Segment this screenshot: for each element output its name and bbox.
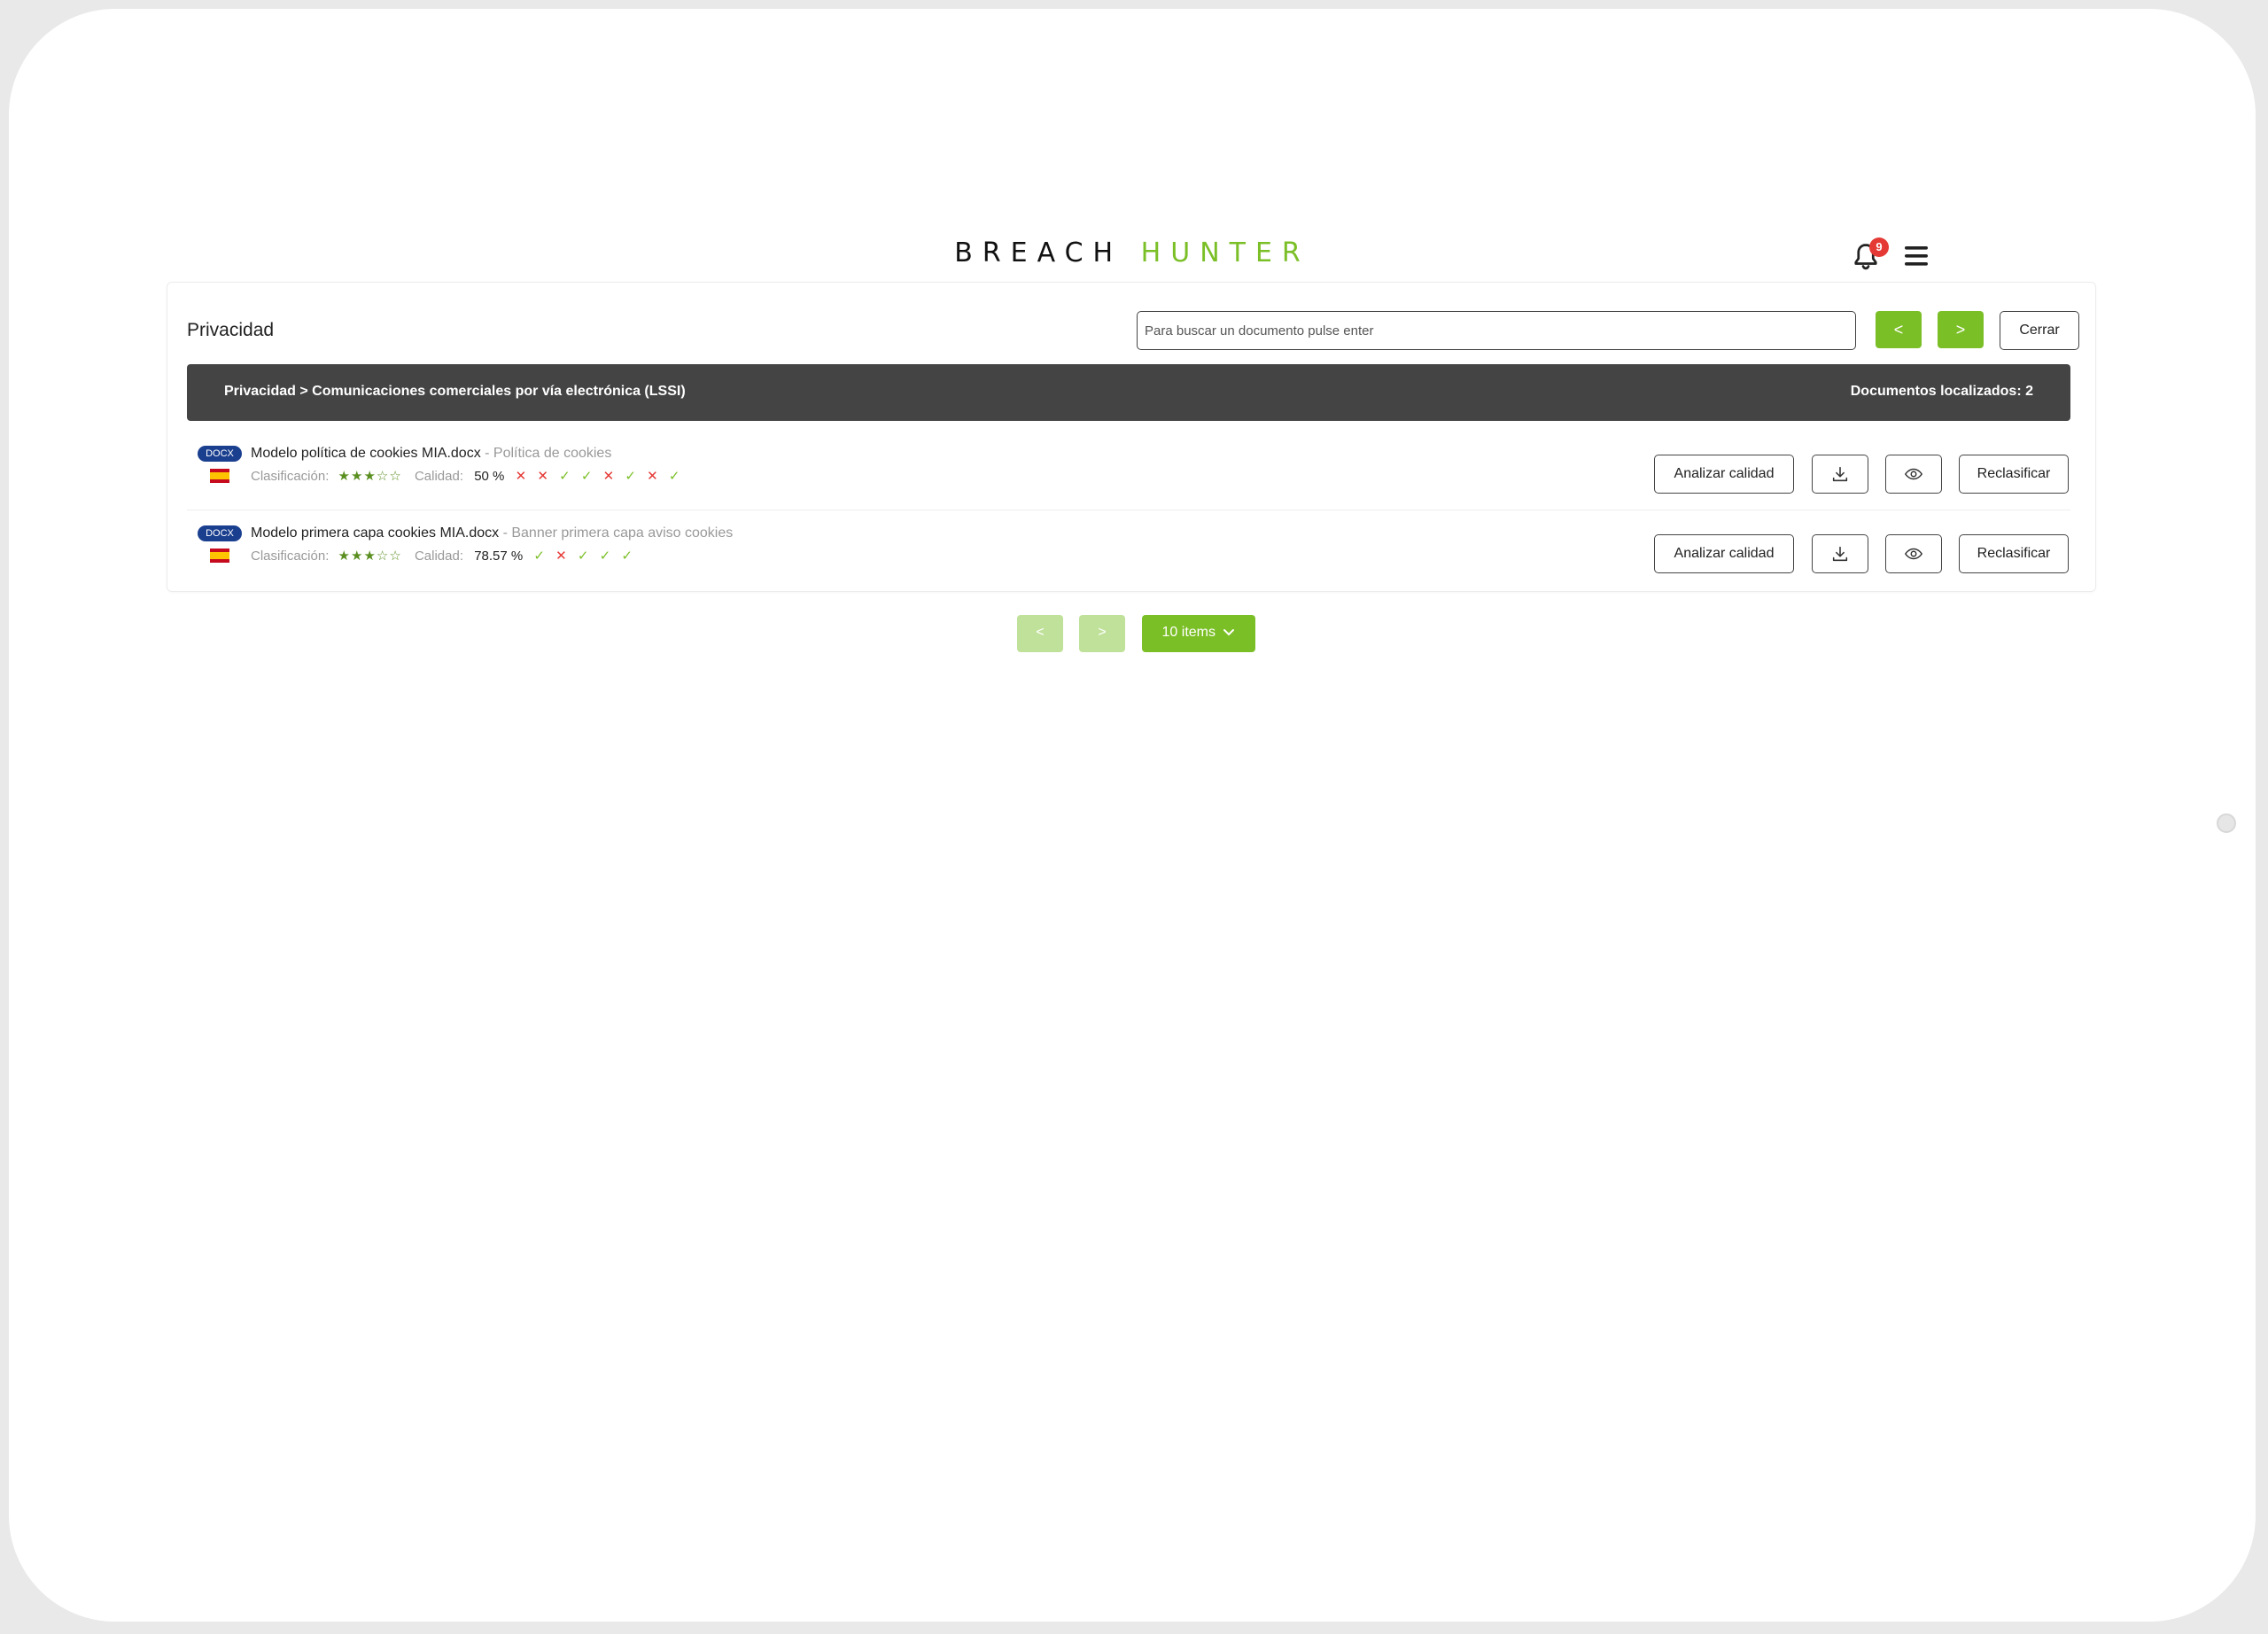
eye-icon [1904, 468, 1923, 480]
download-icon [1832, 546, 1848, 562]
documents-found-count: Documentos localizados: 2 [1850, 384, 2033, 399]
document-name[interactable]: Modelo primera capa cookies MIA.docx [251, 525, 499, 541]
spain-flag-icon [210, 549, 229, 563]
category-header-bar: Privacidad > Comunicaciones comerciales … [187, 364, 2070, 421]
logo-word-breach: BREACH [954, 237, 1123, 268]
classification-stars: ★★★☆☆ [338, 549, 402, 564]
logo-word-hunter: HUNTER [1140, 237, 1310, 268]
close-button[interactable]: Cerrar [2000, 311, 2079, 350]
quality-check-mark: ✓ [625, 469, 636, 484]
quality-label: Calidad: [414, 469, 464, 484]
quality-check-mark: ✕ [602, 469, 615, 484]
previous-category-button[interactable]: < [1876, 311, 1922, 348]
document-meta: Clasificación: ★★★☆☆ Calidad: 50 % ✕ ✕ ✓… [251, 468, 680, 484]
device-frame: BREACH HUNTER 9 Privacidad < > Cerrar Pr… [9, 9, 2256, 1622]
classification-label: Clasificación: [251, 469, 330, 484]
breadcrumb: Privacidad > Comunicaciones comerciales … [224, 384, 686, 399]
document-row: DOCX Modelo primera capa cookies MIA.doc… [187, 511, 2070, 589]
view-document-button[interactable] [1885, 455, 1942, 494]
quality-check-mark: ✕ [647, 469, 658, 484]
items-per-page-label: 10 items [1161, 625, 1216, 640]
download-button[interactable] [1812, 455, 1868, 494]
document-title: Modelo primera capa cookies MIA.docx - B… [251, 525, 733, 541]
notifications-button[interactable]: 9 [1850, 237, 1889, 276]
quality-check-mark: ✕ [555, 549, 567, 564]
chevron-down-icon [1223, 628, 1235, 636]
title-separator: - [480, 446, 493, 461]
quality-check-mark: ✓ [621, 549, 633, 564]
documents-panel: Privacidad < > Cerrar Privacidad > Comun… [167, 282, 2096, 592]
notification-count-badge: 9 [1869, 237, 1889, 257]
quality-value: 78.57 % [474, 549, 524, 564]
pagination-prev-button[interactable]: < [1017, 615, 1063, 652]
document-name[interactable]: Modelo política de cookies MIA.docx [251, 446, 481, 461]
view-document-button[interactable] [1885, 534, 1942, 573]
document-category: Banner primera capa aviso cookies [511, 525, 734, 541]
quality-check-mark: ✕ [537, 469, 548, 484]
device-camera [2217, 813, 2236, 833]
menu-button[interactable] [1901, 243, 1937, 273]
docx-type-badge: DOCX [198, 446, 242, 462]
document-category: Política de cookies [493, 446, 612, 461]
download-icon [1832, 466, 1848, 482]
quality-label: Calidad: [414, 549, 464, 564]
quality-check-mark: ✕ [515, 469, 527, 484]
quality-check-mark: ✓ [668, 469, 680, 484]
reclassify-button[interactable]: Reclasificar [1959, 534, 2069, 573]
classification-label: Clasificación: [251, 549, 330, 564]
classification-stars: ★★★☆☆ [338, 469, 402, 484]
document-row: DOCX Modelo política de cookies MIA.docx… [187, 432, 2070, 510]
next-category-button[interactable]: > [1938, 311, 1984, 348]
reclassify-button[interactable]: Reclasificar [1959, 455, 2069, 494]
items-per-page-dropdown[interactable]: 10 items [1142, 615, 1255, 652]
quality-check-mark: ✓ [533, 549, 545, 564]
panel-title: Privacidad [187, 320, 275, 340]
download-button[interactable] [1812, 534, 1868, 573]
quality-check-mark: ✓ [559, 469, 571, 484]
quality-check-mark: ✓ [580, 469, 593, 484]
spain-flag-icon [210, 469, 229, 483]
analyze-quality-button[interactable]: Analizar calidad [1654, 455, 1794, 494]
eye-icon [1904, 548, 1923, 560]
quality-check-mark: ✓ [577, 549, 589, 564]
document-title: Modelo política de cookies MIA.docx - Po… [251, 446, 611, 462]
quality-value: 50 % [474, 469, 505, 484]
document-meta: Clasificación: ★★★☆☆ Calidad: 78.57 % ✓ … [251, 548, 633, 564]
hamburger-menu-icon [1905, 246, 1928, 266]
quality-check-mark: ✓ [599, 549, 611, 564]
pagination-next-button[interactable]: > [1079, 615, 1125, 652]
analyze-quality-button[interactable]: Analizar calidad [1654, 534, 1794, 573]
title-separator: - [499, 525, 512, 541]
docx-type-badge: DOCX [198, 525, 242, 541]
document-search-input[interactable] [1137, 311, 1856, 350]
